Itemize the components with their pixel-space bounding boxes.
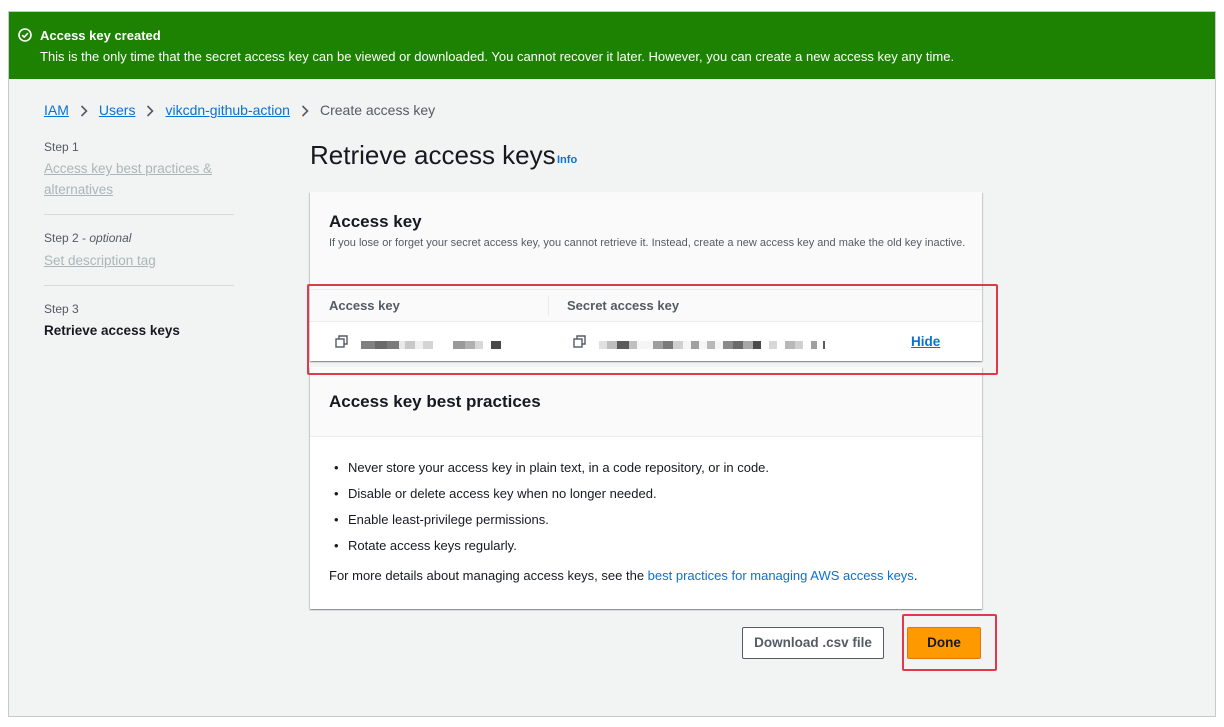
wizard-steps: Step 1 Access key best practices & alter… [44,140,234,341]
highlight-box-done [902,614,997,671]
highlight-box-keys [307,284,998,375]
info-link[interactable]: Info [557,154,577,166]
best-practices-header: Access key best practices [310,367,982,437]
chevron-right-icon [69,102,99,118]
window-frame: Access key created This is the only time… [8,11,1216,717]
flash-message: This is the only time that the secret ac… [40,49,955,64]
list-item: Rotate access keys regularly. [329,538,769,564]
access-key-header: Access key If you lose or forget your se… [310,192,982,290]
step-divider [44,285,234,286]
access-key-description: If you lose or forget your secret access… [329,237,966,249]
chevron-right-icon [290,102,320,118]
best-practices-link[interactable]: best practices for managing AWS access k… [648,568,914,583]
chevron-right-icon [135,102,165,118]
step-3-current: Retrieve access keys [44,323,180,338]
list-item: Disable or delete access key when no lon… [329,486,769,512]
step-divider [44,214,234,215]
list-item: Enable least-privilege permissions. [329,512,769,538]
breadcrumb-users[interactable]: Users [99,102,136,118]
breadcrumb: IAM Users vikcdn-github-action Create ac… [44,101,435,119]
download-csv-button[interactable]: Download .csv file [742,627,884,659]
more-details-text: For more details about managing access k… [329,568,918,583]
page-title: Retrieve access keys [310,140,556,170]
list-item: Never store your access key in plain tex… [329,460,769,486]
access-key-heading: Access key [329,212,422,231]
flash-title: Access key created [40,28,161,43]
best-practices-heading: Access key best practices [329,392,541,411]
step-1-link[interactable]: Access key best practices & alternatives [44,158,234,200]
check-circle-icon [18,28,32,42]
best-practices-container: Access key best practices Never store yo… [310,367,982,609]
best-practices-list: Never store your access key in plain tex… [329,460,769,564]
step-1-label: Step 1 [44,140,79,154]
breadcrumb-user[interactable]: vikcdn-github-action [165,102,290,118]
success-flashbar: Access key created This is the only time… [9,12,1215,79]
step-3-label: Step 3 [44,302,79,316]
step-2-link[interactable]: Set description tag [44,250,234,271]
step-2-label: Step 2 - optional [44,231,132,245]
breadcrumb-iam[interactable]: IAM [44,102,69,118]
breadcrumb-current: Create access key [319,102,436,118]
